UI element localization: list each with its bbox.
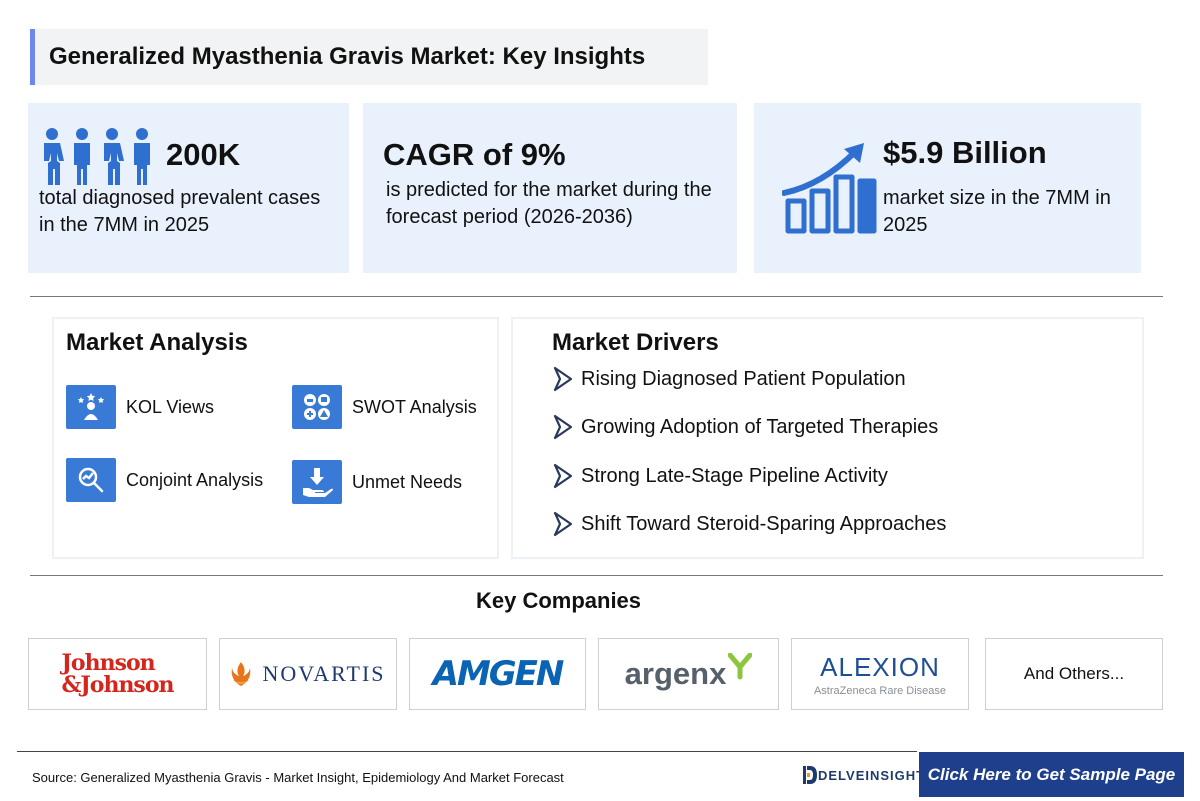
unmet-needs-label: Unmet Needs <box>352 471 463 492</box>
divider <box>30 296 1163 297</box>
delveinsight-mark-icon <box>803 766 817 784</box>
chevron-right-icon <box>553 414 573 440</box>
market-analysis-item-conjoint[interactable]: Conjoint Analysis <box>66 458 263 502</box>
logo-argenx[interactable]: argenx <box>598 638 779 710</box>
driver-item: Rising Diagnosed Patient Population <box>552 366 906 392</box>
divider <box>30 575 1163 576</box>
logo-johnson-johnson[interactable]: Johnson &Johnson <box>28 638 207 710</box>
driver-label: Rising Diagnosed Patient Population <box>581 367 906 390</box>
stat-card-cagr: CAGR of 9% is predicted for the market d… <box>363 103 737 273</box>
key-companies-heading: Key Companies <box>475 588 642 613</box>
logo-amgen[interactable]: AMGEN <box>409 638 586 710</box>
driver-item: Growing Adoption of Targeted Therapies <box>552 414 938 440</box>
novartis-flame-icon <box>232 662 251 686</box>
prevalence-description: total diagnosed prevalent cases in the 7… <box>39 187 321 236</box>
cagr-value: CAGR of 9% <box>383 137 566 172</box>
argenx-wordmark: argenx <box>624 656 727 691</box>
market-analysis-panel: Market Analysis KOL Views SWOT Analysis … <box>52 317 499 559</box>
logo-others: And Others... <box>985 638 1163 710</box>
driver-label: Strong Late-Stage Pipeline Activity <box>581 464 888 487</box>
market-analysis-item-kol[interactable]: KOL Views <box>66 385 214 429</box>
driver-label: Growing Adoption of Targeted Therapies <box>581 415 939 438</box>
jnj-line2: &Johnson <box>61 672 175 698</box>
chevron-right-icon <box>553 366 573 392</box>
swot-icon <box>292 385 342 429</box>
logo-alexion[interactable]: ALEXION AstraZeneca Rare Disease <box>791 638 969 710</box>
title-bar: Generalized Myasthenia Gravis Market: Ke… <box>30 29 708 85</box>
kol-label: KOL Views <box>126 396 215 417</box>
driver-label: Shift Toward Steroid-Sparing Approaches <box>581 512 947 535</box>
market-size-value: $5.9 Billion <box>883 135 1047 170</box>
jnj-line1: Johnson <box>61 650 156 676</box>
stat-card-prevalence: 200K total diagnosed prevalent cases in … <box>28 103 349 273</box>
argenx-mark-icon <box>728 653 753 680</box>
footer-divider <box>17 751 917 752</box>
others-label: And Others... <box>1023 664 1125 683</box>
novartis-wordmark: NOVARTIS <box>262 661 386 686</box>
market-analysis-heading: Market Analysis <box>66 329 248 356</box>
driver-item: Strong Late-Stage Pipeline Activity <box>552 463 888 489</box>
conjoint-label: Conjoint Analysis <box>126 469 264 490</box>
growth-chart-icon <box>782 143 877 234</box>
people-icon <box>44 128 150 185</box>
alexion-wordmark: ALEXION <box>820 651 940 682</box>
market-analysis-item-swot[interactable]: SWOT Analysis <box>292 385 477 429</box>
delveinsight-wordmark: DELVEINSIGHT <box>818 767 926 783</box>
amgen-wordmark: AMGEN <box>432 654 565 694</box>
cagr-description: is predicted for the market during the f… <box>386 179 712 228</box>
kol-icon <box>66 385 116 429</box>
market-size-description: market size in the 7MM in 2025 <box>883 187 1111 236</box>
alexion-subtitle: AstraZeneca Rare Disease <box>813 684 947 697</box>
unmet-needs-icon <box>292 460 342 504</box>
market-drivers-panel: Market Drivers Rising Diagnosed Patient … <box>511 317 1144 559</box>
market-analysis-item-unmet[interactable]: Unmet Needs <box>292 460 462 504</box>
page-title: Generalized Myasthenia Gravis Market: Ke… <box>49 43 646 70</box>
source-text: Source: Generalized Myasthenia Gravis - … <box>32 770 564 785</box>
logo-novartis[interactable]: NOVARTIS <box>219 638 397 710</box>
jnj-wordmark: Johnson &Johnson <box>61 650 175 698</box>
swot-label: SWOT Analysis <box>352 396 477 417</box>
prevalence-value: 200K <box>166 137 241 172</box>
stat-card-market-size: $5.9 Billion market size in the 7MM in 2… <box>754 103 1141 273</box>
market-drivers-heading: Market Drivers <box>552 329 719 356</box>
chevron-right-icon <box>553 463 573 489</box>
delveinsight-logo: DELVEINSIGHT <box>802 765 925 785</box>
driver-item: Shift Toward Steroid-Sparing Approaches <box>552 511 946 537</box>
sample-page-button[interactable]: Click Here to Get Sample Page <box>919 752 1184 797</box>
conjoint-icon <box>66 458 116 502</box>
chevron-right-icon <box>553 511 573 537</box>
